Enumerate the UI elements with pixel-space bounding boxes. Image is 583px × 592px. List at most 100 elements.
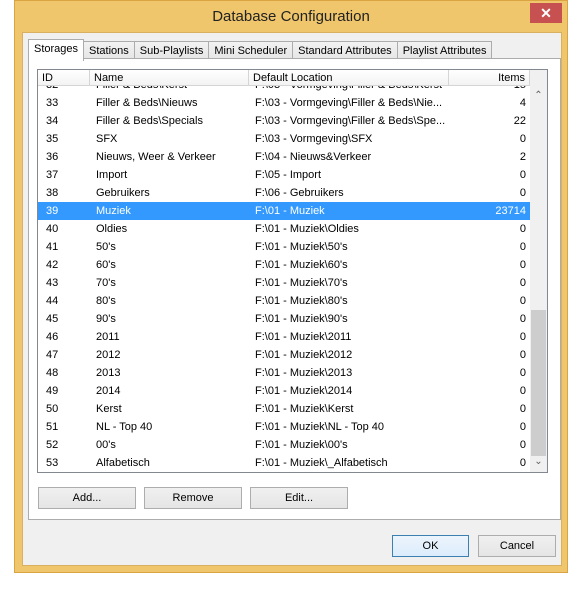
cell-id: 41 [46,241,59,253]
cell-location: F:\01 - Muziek\2012 [255,349,353,361]
cell-location: F:\01 - Muziek\2013 [255,367,353,379]
cell-name: 80's [96,295,116,307]
tab-storages[interactable]: Storages [28,39,85,61]
column-header-id[interactable]: ID [38,70,90,86]
cell-location: F:\05 - Import [255,169,322,181]
cell-name: Muziek [96,205,131,217]
cell-items: 0 [519,331,526,343]
cell-id: 33 [46,97,59,109]
table-row[interactable]: 37 Import F:\05 - Import 0 [38,166,530,184]
table-row[interactable]: 38 Gebruikers F:\06 - Gebruikers 0 [38,184,530,202]
table-row[interactable]: 39 Muziek F:\01 - Muziek 23714 [38,202,530,220]
ok-button[interactable]: OK [392,535,469,557]
table-row[interactable]: 36 Nieuws, Weer & Verkeer F:\04 - Nieuws&V… [38,148,530,166]
cell-id: 36 [46,151,59,163]
scroll-down-icon[interactable]: ⌄ [530,456,547,467]
table-row[interactable]: 51 NL - Top 40 F:\01 - Muziek\NL - Top 40 0 [38,418,530,436]
cell-id: 38 [46,187,59,199]
window-title: Database Configuration [212,8,370,25]
table-row[interactable]: 46 2011 F:\01 - Muziek\2011 0 [38,328,530,346]
tab-bar: Storages Stations Sub-Playlists Mini Schedu… [28,39,493,61]
cell-items: 0 [519,457,526,469]
cell-name: Oldies [96,223,128,235]
cell-id: 48 [46,367,59,379]
table-row[interactable]: 42 60's F:\01 - Muziek\60's 0 [38,256,530,274]
cell-name: SFX [96,133,118,145]
cell-name: 00's [96,439,116,451]
vertical-scrollbar[interactable]: ⌃ ⌄ [530,70,547,472]
table-row[interactable]: 33 Filler & Beds\Nieuws F:\03 - Vormgeving… [38,94,530,112]
remove-button[interactable]: Remove [144,487,242,509]
cell-location: F:\06 - Gebruikers [255,187,344,199]
table-row[interactable]: 43 70's F:\01 - Muziek\70's 0 [38,274,530,292]
cell-location: F:\04 - Nieuws&Verkeer [255,151,372,163]
cell-location: F:\03 - Vormgeving\Filler & Beds\Nie... [255,97,443,109]
cell-id: 43 [46,277,59,289]
cell-name: Filler & Beds\Specials [96,115,203,127]
cell-name: Kerst [96,403,122,415]
cell-items: 0 [519,241,526,253]
cell-name: Alfabetisch [96,457,150,469]
cell-id: 39 [46,205,59,217]
cell-location: F:\01 - Muziek\_Alfabetisch [255,457,388,469]
cell-items: 0 [519,367,526,379]
edit-button[interactable]: Edit... [250,487,348,509]
table-row[interactable]: 34 Filler & Beds\Specials F:\03 - Vormgevi… [38,112,530,130]
cell-items: 0 [519,439,526,451]
cell-items: 0 [519,313,526,325]
cell-location: F:\01 - Muziek\Oldies [255,223,359,235]
cell-id: 44 [46,295,59,307]
cell-location: F:\01 - Muziek\NL - Top 40 [255,421,384,433]
cell-id: 46 [46,331,59,343]
dialog-window: Database Configuration ✕ Storages Station… [14,0,568,573]
cell-name: Import [96,169,128,181]
cell-name: Filler & Beds\Nieuws [96,97,198,109]
list-header: ID Name Default Location Items [38,70,530,86]
cell-id: 35 [46,133,59,145]
column-header-items[interactable]: Items [449,70,530,86]
column-header-name[interactable]: Name [90,70,249,86]
cell-location: F:\03 - Vormgeving\Filler & Beds\Spe... [255,115,446,127]
cell-items: 22 [513,115,526,127]
storages-list[interactable]: 32Filler & Beds\KerstF:\03 - Vormgeving\… [37,69,548,473]
table-row[interactable]: 44 80's F:\01 - Muziek\80's 0 [38,292,530,310]
cell-location: F:\01 - Muziek\90's [255,313,348,325]
cell-name: 50's [96,241,116,253]
cell-location: F:\03 - Vormgeving\SFX [255,133,373,145]
cell-location: F:\01 - Muziek\60's [255,259,348,271]
table-row[interactable]: 49 2014 F:\01 - Muziek\2014 0 [38,382,530,400]
scroll-up-icon[interactable]: ⌃ [530,90,547,101]
cell-items: 0 [519,295,526,307]
cell-location: F:\01 - Muziek\50's [255,241,348,253]
close-button[interactable]: ✕ [530,3,562,23]
cell-items: 4 [519,97,526,109]
scrollbar-thumb[interactable] [531,310,546,456]
add-button[interactable]: Add... [38,487,136,509]
cell-name: 2012 [96,349,121,361]
cell-id: 53 [46,457,59,469]
cell-items: 0 [519,259,526,271]
table-row[interactable]: 41 50's F:\01 - Muziek\50's 0 [38,238,530,256]
table-row[interactable]: 52 00's F:\01 - Muziek\00's 0 [38,436,530,454]
column-header-location[interactable]: Default Location [249,70,449,86]
cell-name: 2014 [96,385,121,397]
cell-items: 0 [519,133,526,145]
cell-items: 23714 [495,205,526,217]
table-row[interactable]: 53 Alfabetisch F:\01 - Muziek\_Alfabetisch… [38,454,530,472]
table-row[interactable]: 47 2012 F:\01 - Muziek\2012 0 [38,346,530,364]
cell-name: 70's [96,277,116,289]
cancel-button[interactable]: Cancel [478,535,556,557]
table-row[interactable]: 48 2013 F:\01 - Muziek\2013 0 [38,364,530,382]
table-row[interactable]: 40 Oldies F:\01 - Muziek\Oldies 0 [38,220,530,238]
cell-name: 60's [96,259,116,271]
table-row[interactable]: 45 90's F:\01 - Muziek\90's 0 [38,310,530,328]
cell-id: 40 [46,223,59,235]
tab-panel-storages: 32Filler & Beds\KerstF:\03 - Vormgeving\… [28,58,561,520]
cell-location: F:\01 - Muziek\70's [255,277,348,289]
cell-location: F:\01 - Muziek [255,205,325,217]
table-row[interactable]: 35 SFX F:\03 - Vormgeving\SFX 0 [38,130,530,148]
cell-location: F:\01 - Muziek\2011 [255,331,352,343]
cell-items: 0 [519,385,526,397]
table-row[interactable]: 50 Kerst F:\01 - Muziek\Kerst 0 [38,400,530,418]
cell-items: 0 [519,277,526,289]
